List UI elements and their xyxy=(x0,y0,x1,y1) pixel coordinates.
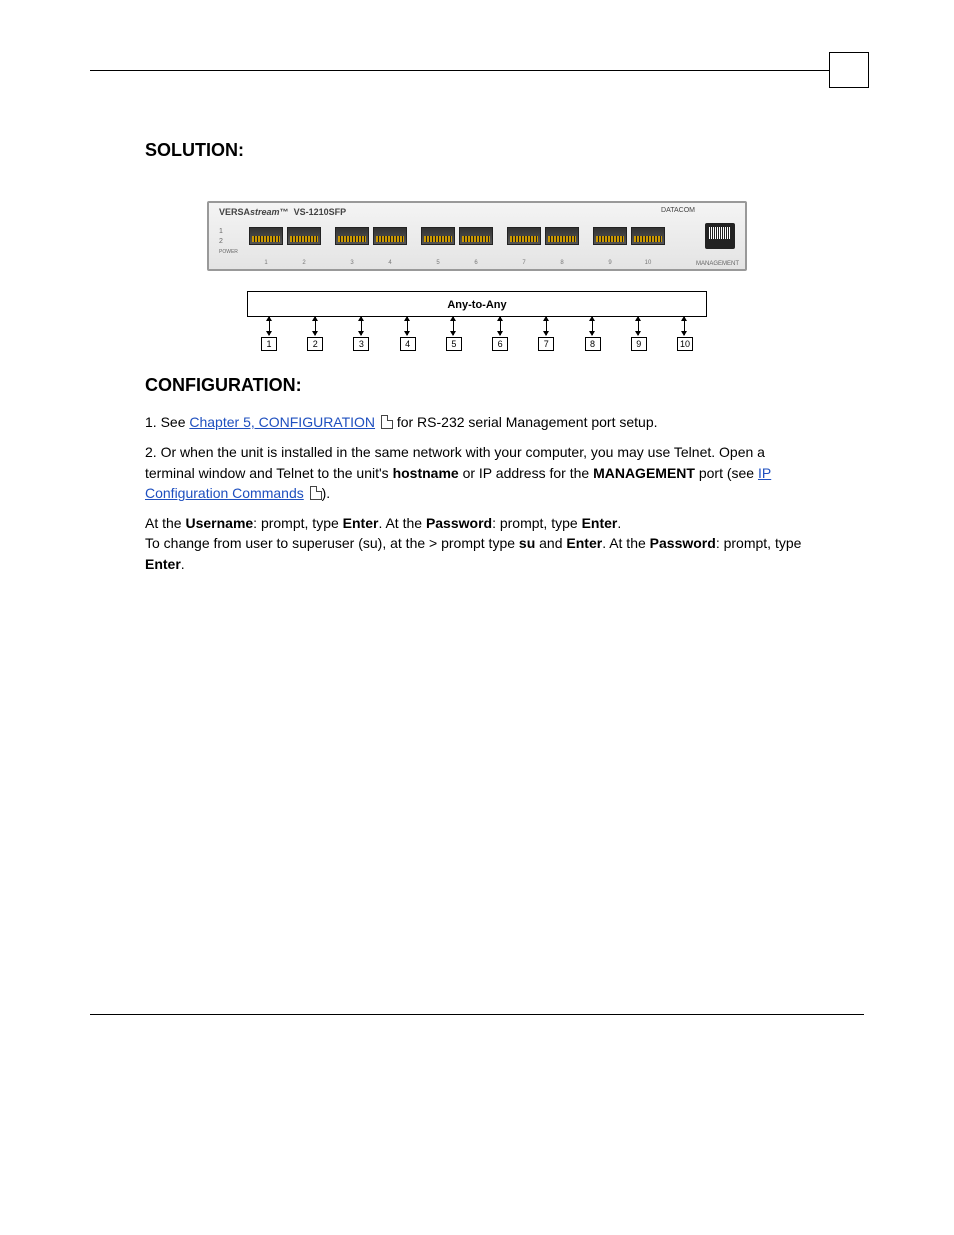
page-icon xyxy=(310,486,322,500)
datacom-logo: DATACOM xyxy=(661,207,695,214)
device-model-label: VERSAstream™ VS-1210SFP xyxy=(219,207,346,217)
text: 1. See xyxy=(145,414,189,430)
text: To change from user to superuser (su), a… xyxy=(145,535,519,551)
port-numbers-row: 12 34 56 78 9 10 xyxy=(249,260,685,266)
text: . At the xyxy=(602,535,649,551)
text: . xyxy=(181,556,185,572)
text: . xyxy=(617,515,621,531)
brand-italic: stream xyxy=(250,207,280,217)
management-port xyxy=(705,223,735,249)
text: : prompt, type xyxy=(492,515,581,531)
page-icon xyxy=(381,415,393,429)
device-figure: VERSAstream™ VS-1210SFP DATACOM 1 2 POWE… xyxy=(145,201,809,351)
port-num: 9 xyxy=(593,260,627,266)
text: or IP address for the xyxy=(459,465,593,481)
port-num: 10 xyxy=(631,260,665,266)
port-num: 7 xyxy=(507,260,541,266)
bottom-rule xyxy=(90,1014,864,1015)
diagram-port: 8 xyxy=(585,337,601,351)
any-to-any-diagram: Any-to-Any 1 2 3 4 5 6 7 8 9 10 xyxy=(247,291,707,351)
diagram-port: 5 xyxy=(446,337,462,351)
hostname-bold: hostname xyxy=(393,465,459,481)
page-number-box xyxy=(829,52,869,88)
sfp-port xyxy=(373,227,407,245)
login-paragraph: At the Username: prompt, type Enter. At … xyxy=(145,513,809,574)
management-bold: MANAGEMENT xyxy=(593,465,695,481)
diagram-port: 4 xyxy=(400,337,416,351)
config-step-2: 2. Or when the unit is installed in the … xyxy=(145,442,809,503)
sfp-port xyxy=(249,227,283,245)
diagram-port: 1 xyxy=(261,337,277,351)
sfp-port xyxy=(593,227,627,245)
sfp-port xyxy=(545,227,579,245)
port-num: 8 xyxy=(545,260,579,266)
diagram-port: 7 xyxy=(538,337,554,351)
diagram-port: 3 xyxy=(353,337,369,351)
sfp-port xyxy=(459,227,493,245)
solution-heading: SOLUTION: xyxy=(145,140,809,161)
su-bold: su xyxy=(519,535,535,551)
top-rule-row xyxy=(90,60,864,100)
diagram-port: 2 xyxy=(307,337,323,351)
sfp-port xyxy=(631,227,665,245)
sfp-port xyxy=(335,227,369,245)
port-num: 5 xyxy=(421,260,455,266)
config-step-1: 1. See Chapter 5, CONFIGURATION for RS-2… xyxy=(145,412,809,432)
sfp-row xyxy=(249,227,685,245)
diagram-port: 9 xyxy=(631,337,647,351)
text: port (see xyxy=(695,465,758,481)
brand-tm: ™ xyxy=(280,207,289,217)
username-bold: Username xyxy=(185,515,253,531)
diagram-port: 6 xyxy=(492,337,508,351)
device-front-panel: VERSAstream™ VS-1210SFP DATACOM 1 2 POWE… xyxy=(207,201,747,271)
password-bold: Password xyxy=(426,515,492,531)
diagram-port: 10 xyxy=(677,337,693,351)
configuration-heading: CONFIGURATION: xyxy=(145,375,809,396)
text: : prompt, type xyxy=(716,535,802,551)
power-leds: 1 2 POWER xyxy=(219,227,238,257)
port-num: 4 xyxy=(373,260,407,266)
enter-bold: Enter xyxy=(145,556,181,572)
text: . At the xyxy=(378,515,425,531)
top-rule xyxy=(90,70,864,71)
text: : prompt, type xyxy=(253,515,342,531)
text: ). xyxy=(322,485,331,501)
port-num: 1 xyxy=(249,260,283,266)
text: At the xyxy=(145,515,185,531)
management-label: MANAGEMENT xyxy=(696,261,739,267)
port-num: 3 xyxy=(335,260,369,266)
device-model: VS-1210SFP xyxy=(294,207,347,217)
port-num: 6 xyxy=(459,260,493,266)
chapter-5-link[interactable]: Chapter 5, CONFIGURATION xyxy=(189,414,375,430)
enter-bold: Enter xyxy=(343,515,379,531)
led-2: 2 xyxy=(219,237,238,247)
text: and xyxy=(535,535,566,551)
enter-bold: Enter xyxy=(566,535,602,551)
any-to-any-arrows: 1 2 3 4 5 6 7 8 9 10 xyxy=(247,317,707,351)
power-label: POWER xyxy=(219,247,238,257)
text: for RS-232 serial Management port setup. xyxy=(393,414,658,430)
port-num: 2 xyxy=(287,260,321,266)
sfp-port xyxy=(421,227,455,245)
enter-bold: Enter xyxy=(582,515,618,531)
sfp-port xyxy=(287,227,321,245)
led-1: 1 xyxy=(219,227,238,237)
password-bold: Password xyxy=(650,535,716,551)
any-to-any-box: Any-to-Any xyxy=(247,291,707,317)
sfp-port xyxy=(507,227,541,245)
brand-prefix: VERSA xyxy=(219,207,250,217)
